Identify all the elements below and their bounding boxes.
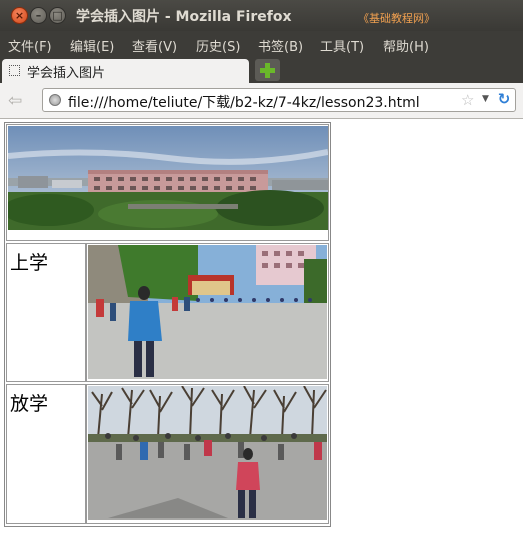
window-title: 学会插入图片 - Mozilla Firefox [76, 9, 292, 25]
tab-strip: 学会插入图片 [0, 57, 523, 83]
image-table: 上学 放学 [4, 122, 331, 527]
row-label: 放学 [10, 393, 49, 415]
back-arrow-icon[interactable]: ⇦ [8, 91, 22, 111]
page-icon [9, 65, 20, 76]
window-close-button[interactable]: × [11, 7, 28, 24]
table-row-label-cell: 放学 [6, 384, 86, 524]
menu-tools[interactable]: 工具(T) [320, 36, 364, 55]
table-row-label-cell: 上学 [6, 243, 86, 382]
reload-icon[interactable]: ↻ [495, 90, 513, 108]
menu-bookmarks[interactable]: 书签(B) [258, 36, 303, 55]
new-tab-button[interactable] [255, 59, 280, 81]
window-titlebar: × – □ 学会插入图片 - Mozilla Firefox 《基础教程网》 [0, 0, 523, 31]
globe-icon [49, 94, 61, 106]
campus-building-photo [8, 126, 328, 230]
table-row-image-cell [86, 243, 329, 382]
students-leaving-photo [88, 386, 327, 520]
menu-edit[interactable]: 编辑(E) [70, 36, 114, 55]
window-maximize-button[interactable]: □ [49, 7, 66, 24]
menu-bar: 文件(F) 编辑(E) 查看(V) 历史(S) 书签(B) 工具(T) 帮助(H… [0, 31, 523, 57]
url-text: file:///home/teliute/下载/b2-kz/7-4kz/less… [68, 95, 420, 111]
url-bar[interactable]: file:///home/teliute/下载/b2-kz/7-4kz/less… [42, 88, 516, 112]
plus-icon-vertical [265, 63, 270, 78]
students-arriving-photo [88, 245, 327, 379]
menu-file[interactable]: 文件(F) [8, 36, 52, 55]
window-minimize-button[interactable]: – [30, 7, 47, 24]
tab-title: 学会插入图片 [27, 66, 106, 81]
table-row [6, 124, 329, 241]
menu-help[interactable]: 帮助(H) [383, 36, 429, 55]
dropdown-arrow-icon[interactable]: ▼ [482, 94, 489, 104]
bookmark-star-icon[interactable]: ☆ [461, 91, 474, 109]
row-label: 上学 [10, 252, 49, 274]
page-content: 上学 放学 [0, 119, 523, 540]
table-row-image-cell [86, 384, 329, 524]
navigation-bar: ⇦ file:///home/teliute/下载/b2-kz/7-4kz/le… [0, 83, 523, 119]
menu-view[interactable]: 查看(V) [132, 36, 177, 55]
tab-active[interactable]: 学会插入图片 [2, 59, 249, 83]
menu-history[interactable]: 历史(S) [196, 36, 240, 55]
site-watermark: 《基础教程网》 [358, 12, 435, 25]
